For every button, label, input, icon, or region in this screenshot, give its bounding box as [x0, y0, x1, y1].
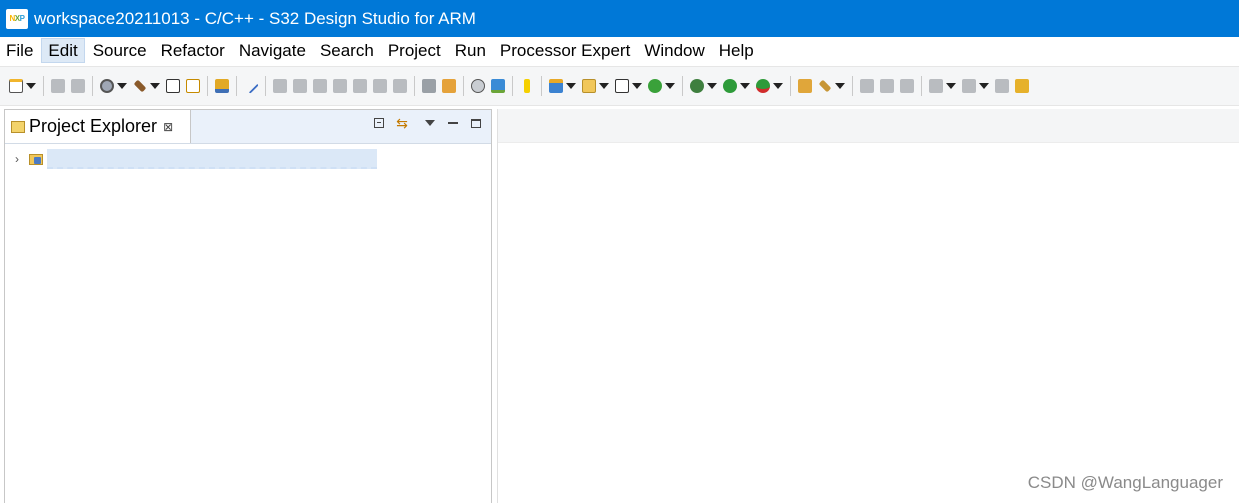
toolbar-separator [921, 76, 922, 96]
toolbar-separator [236, 76, 237, 96]
generate-code-dropdown-icon[interactable] [665, 76, 675, 96]
project-explorer-header: Project Explorer ⊠ ⇆ [5, 110, 491, 144]
toolbar-separator [265, 76, 266, 96]
maximize-icon[interactable] [469, 116, 483, 130]
toolbar-separator [541, 76, 542, 96]
toggle-block-icon [878, 76, 896, 96]
project-folder-icon [29, 152, 45, 166]
new-folder-icon[interactable] [580, 76, 598, 96]
back-arrow-icon[interactable] [1013, 76, 1031, 96]
toolbar-separator [852, 76, 853, 96]
previous-annotation-dropdown-icon[interactable] [979, 76, 989, 96]
tree-row-project[interactable]: › [5, 148, 377, 170]
step-over-icon [371, 76, 389, 96]
step-into-icon [351, 76, 369, 96]
menu-processor-expert[interactable]: Processor Expert [494, 38, 636, 63]
toolbar-separator [790, 76, 791, 96]
editor-tab-strip [498, 109, 1239, 143]
new-c-project-icon[interactable] [547, 76, 565, 96]
step-return-icon [391, 76, 409, 96]
minimize-icon[interactable] [446, 116, 460, 130]
import-icon[interactable] [213, 76, 231, 96]
save-icon[interactable] [49, 76, 67, 96]
new-file-icon[interactable] [7, 76, 25, 96]
search-dropdown-icon[interactable] [835, 76, 845, 96]
menu-search[interactable]: Search [314, 38, 380, 63]
new-class-icon[interactable] [613, 76, 631, 96]
project-explorer-tab-label: Project Explorer [29, 116, 158, 136]
link-with-editor-icon[interactable]: ⇆ [395, 116, 409, 130]
resume-icon [271, 76, 289, 96]
instruction-step-icon[interactable] [420, 76, 438, 96]
menu-file[interactable]: File [0, 38, 39, 63]
skip-breakpoints-icon[interactable] [242, 76, 260, 96]
open-type-icon[interactable] [796, 76, 814, 96]
toolbar-separator [43, 76, 44, 96]
watermark: CSDN @WangLanguager [1027, 473, 1223, 492]
binary-icon[interactable] [164, 76, 182, 96]
view-actions: ⇆ [363, 116, 483, 130]
toolbar-separator [207, 76, 208, 96]
save-all-icon[interactable] [69, 76, 87, 96]
use-step-filters-icon[interactable] [440, 76, 458, 96]
new-c-project-dropdown-icon[interactable] [566, 76, 576, 96]
close-icon[interactable]: ⊠ [163, 120, 173, 134]
build-dropdown-icon[interactable] [150, 76, 160, 96]
toolbar-separator [414, 76, 415, 96]
new-dropdown-icon[interactable] [26, 76, 36, 96]
collapse-all-icon[interactable] [372, 116, 386, 130]
toolbar-separator [92, 76, 93, 96]
flash-icon[interactable] [518, 76, 536, 96]
toolbar-separator [682, 76, 683, 96]
view-menu-icon[interactable] [423, 116, 437, 130]
debug-dropdown-icon[interactable] [707, 76, 717, 96]
disconnect-icon [331, 76, 349, 96]
next-annotation-dropdown-icon[interactable] [946, 76, 956, 96]
editor-area [497, 109, 1239, 503]
show-whitespace-icon [898, 76, 916, 96]
run-icon[interactable] [721, 76, 739, 96]
search-torch-icon[interactable] [816, 76, 834, 96]
restart-icon[interactable] [469, 76, 487, 96]
toggle-mark-icon [858, 76, 876, 96]
menu-help[interactable]: Help [713, 38, 760, 63]
menu-refactor[interactable]: Refactor [155, 38, 231, 63]
chevron-right-icon[interactable]: › [15, 152, 27, 166]
main-toolbar [0, 66, 1239, 106]
generate-code-icon[interactable] [646, 76, 664, 96]
new-project-icon[interactable] [184, 76, 202, 96]
build-hammer-icon[interactable] [131, 76, 149, 96]
tab-project-explorer[interactable]: Project Explorer ⊠ [5, 110, 191, 143]
run-dropdown-icon[interactable] [740, 76, 750, 96]
new-class-dropdown-icon[interactable] [632, 76, 642, 96]
menu-window[interactable]: Window [638, 38, 710, 63]
window-title: workspace20211013 - C/C++ - S32 Design S… [34, 8, 476, 28]
window-titlebar: NXP workspace20211013 - C/C++ - S32 Desi… [0, 0, 1239, 37]
menu-source[interactable]: Source [87, 38, 153, 63]
debug-bug-icon[interactable] [688, 76, 706, 96]
new-folder-dropdown-icon[interactable] [599, 76, 609, 96]
menu-run[interactable]: Run [449, 38, 492, 63]
toolbar-separator [463, 76, 464, 96]
previous-annotation-icon[interactable] [960, 76, 978, 96]
logo-letter-p: P [19, 14, 25, 23]
build-config-icon[interactable] [98, 76, 116, 96]
project-explorer-folder-icon [11, 120, 25, 133]
menu-project[interactable]: Project [382, 38, 447, 63]
toolbar-separator [512, 76, 513, 96]
last-edit-icon[interactable] [993, 76, 1011, 96]
menu-navigate[interactable]: Navigate [233, 38, 312, 63]
menu-edit[interactable]: Edit [41, 38, 85, 63]
suspend-icon [291, 76, 309, 96]
nxp-logo-icon: NXP [6, 8, 28, 29]
external-tools-dropdown-icon[interactable] [773, 76, 783, 96]
external-tools-icon[interactable] [754, 76, 772, 96]
build-config-dropdown-icon[interactable] [117, 76, 127, 96]
project-name-redacted[interactable] [47, 149, 377, 169]
menu-bar: File Edit Source Refactor Navigate Searc… [0, 37, 1239, 64]
project-explorer-view: Project Explorer ⊠ ⇆ › [4, 109, 492, 503]
next-annotation-icon[interactable] [927, 76, 945, 96]
monitor-icon[interactable] [489, 76, 507, 96]
terminate-icon [311, 76, 329, 96]
